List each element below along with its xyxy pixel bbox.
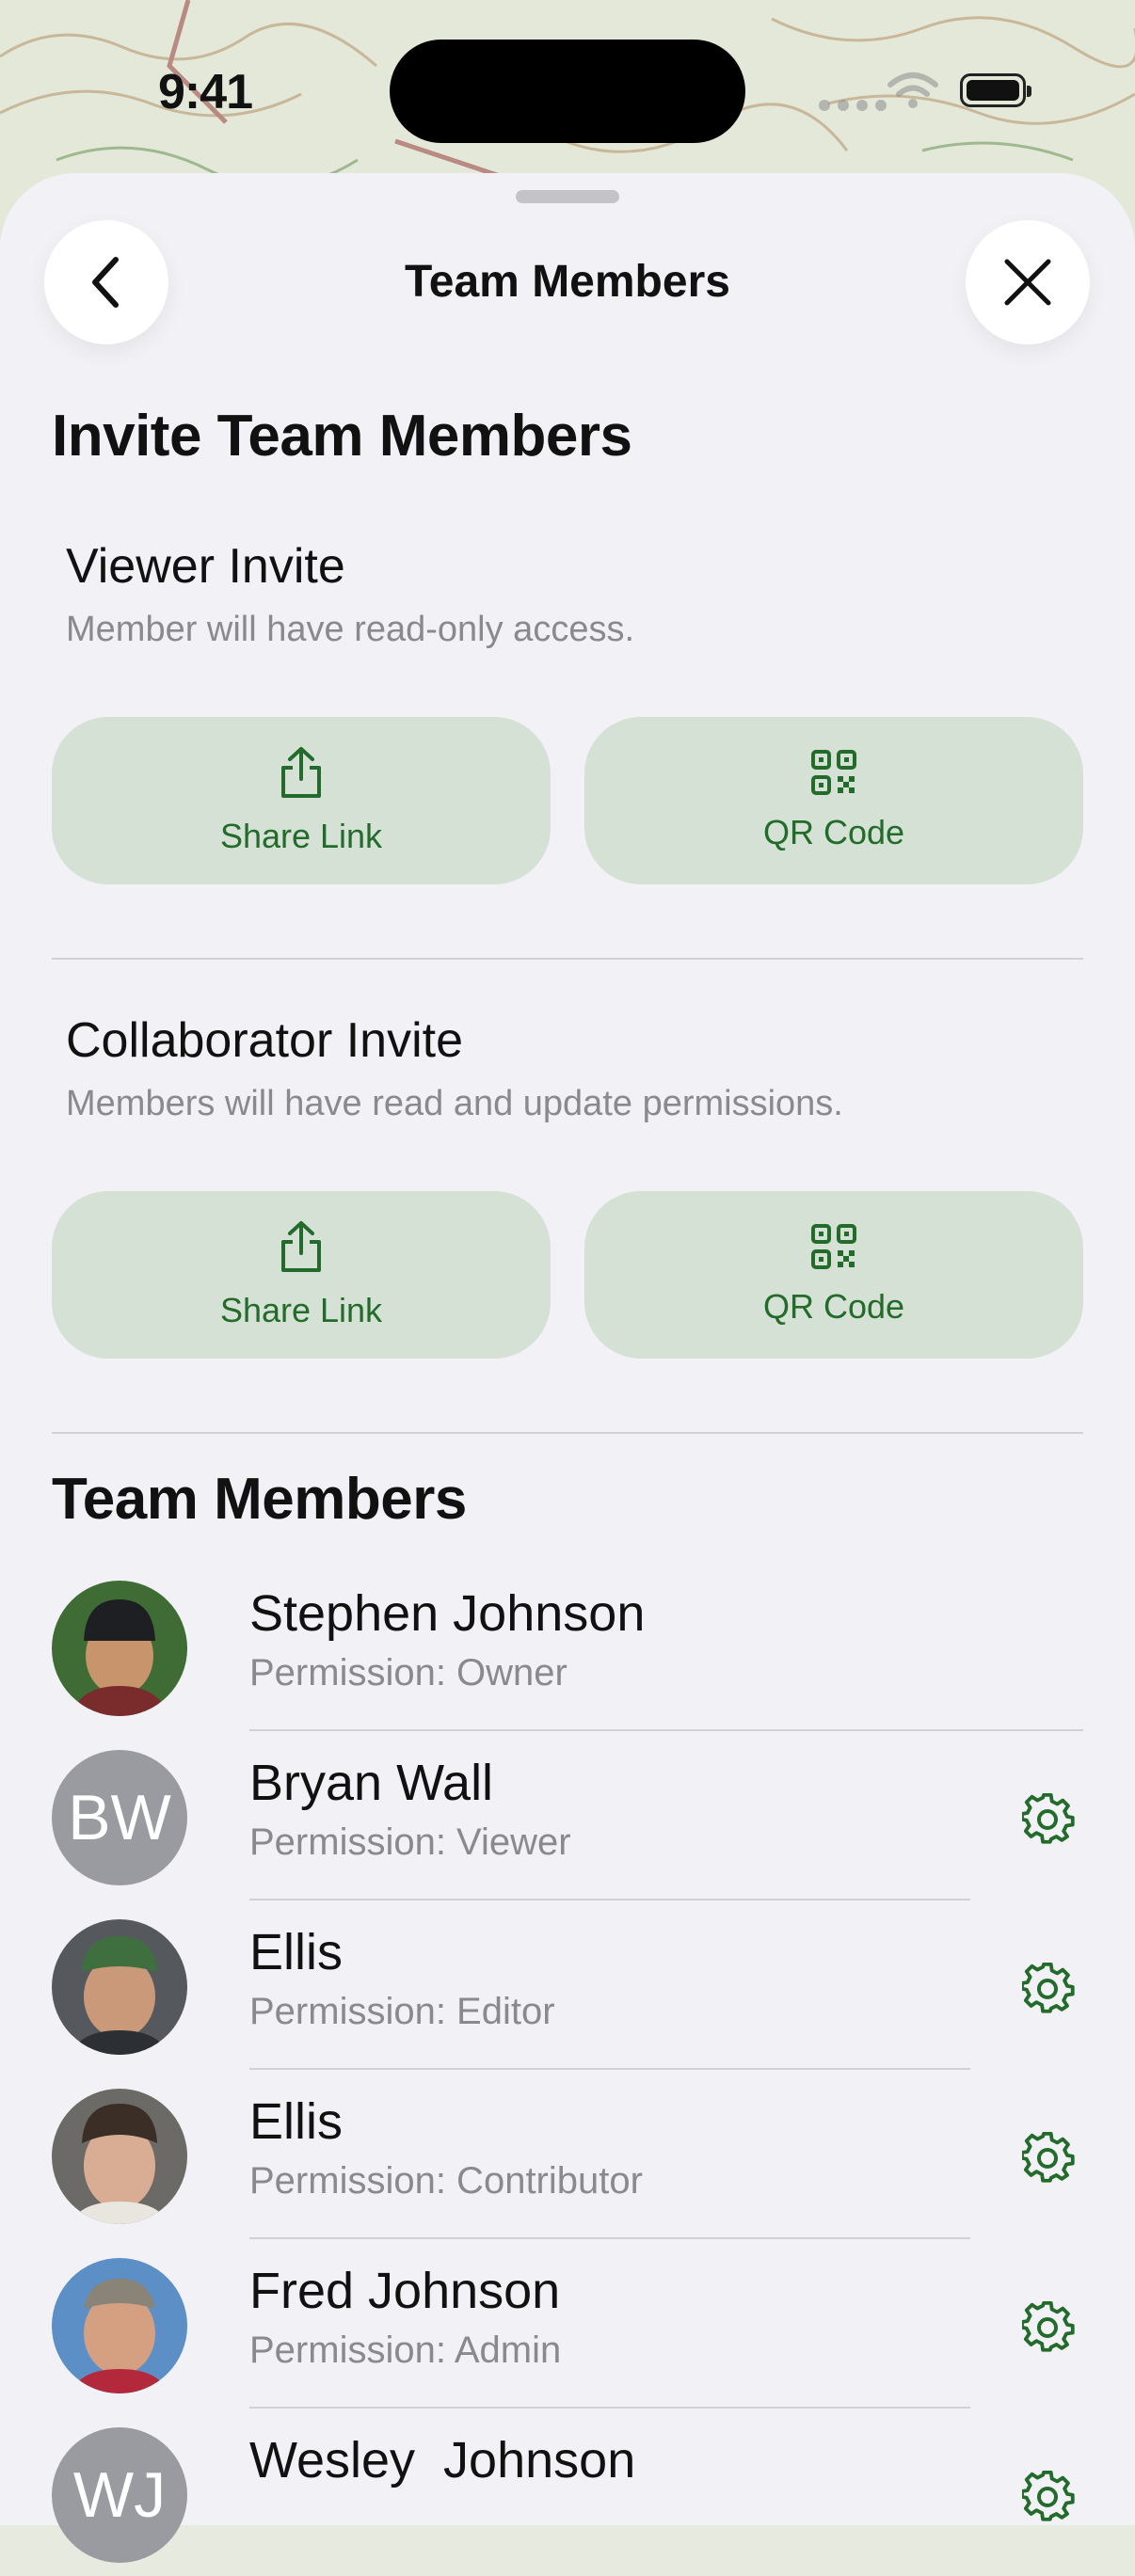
member-permission: Permission: Admin <box>249 2330 562 2371</box>
cellular-signal-icon <box>819 100 887 111</box>
section-divider <box>52 1432 1083 1434</box>
member-photo <box>52 1581 187 1716</box>
section-divider <box>52 958 1083 960</box>
member-row[interactable]: Stephen Johnson Permission: Owner <box>0 1560 1135 1731</box>
close-button[interactable] <box>966 220 1090 344</box>
share-icon <box>281 747 321 798</box>
qr-code-label: QR Code <box>762 813 905 851</box>
collaborator-share-link-button[interactable]: Share Link <box>52 1191 551 1359</box>
dynamic-island <box>390 40 745 143</box>
member-permission: Permission: Viewer <box>249 1821 571 1863</box>
viewer-qr-code-button[interactable]: QR Code <box>584 717 1083 884</box>
member-row[interactable]: BW Bryan Wall Permission: Viewer <box>0 1729 1135 1900</box>
sheet-grabber[interactable] <box>516 190 619 203</box>
member-name: Wesley Johnson <box>249 2432 636 2489</box>
invite-section-heading: Invite Team Members <box>52 404 632 469</box>
battery-icon <box>960 73 1031 107</box>
gear-icon[interactable] <box>1022 2471 1075 2523</box>
member-row[interactable]: WJ Wesley Johnson <box>0 2407 1135 2576</box>
member-permission: Permission: Contributor <box>249 2160 643 2202</box>
qr-code-label: QR Code <box>762 1287 905 1326</box>
member-row[interactable]: Fred Johnson Permission: Admin <box>0 2237 1135 2409</box>
viewer-share-link-button[interactable]: Share Link <box>52 717 551 884</box>
member-photo <box>52 1919 187 2055</box>
avatar <box>52 2258 187 2393</box>
member-photo <box>52 2089 187 2224</box>
viewer-invite-subtitle: Member will have read-only access. <box>66 610 635 649</box>
share-link-label: Share Link <box>219 1291 383 1329</box>
collaborator-qr-code-button[interactable]: QR Code <box>584 1191 1083 1359</box>
member-permission: Permission: Editor <box>249 1991 555 2032</box>
member-name: Fred Johnson <box>249 2263 561 2319</box>
viewer-invite-title: Viewer Invite <box>66 539 345 594</box>
member-permission: Permission: Owner <box>249 1652 568 1693</box>
gear-icon[interactable] <box>1022 2132 1075 2185</box>
gear-icon[interactable] <box>1022 1793 1075 1846</box>
member-name: Ellis <box>249 1924 344 1980</box>
avatar <box>52 2089 187 2224</box>
share-link-label: Share Link <box>219 817 383 855</box>
status-time: 9:41 <box>158 65 253 119</box>
qr-code-icon <box>811 750 856 795</box>
collaborator-invite-subtitle: Members will have read and update permis… <box>66 1084 843 1123</box>
qr-code-icon <box>811 1224 856 1269</box>
member-photo <box>52 2258 187 2393</box>
share-icon <box>281 1221 321 1272</box>
member-name: Stephen Johnson <box>249 1585 646 1642</box>
wifi-icon <box>887 72 938 108</box>
avatar <box>52 1581 187 1716</box>
avatar: BW <box>52 1750 187 1885</box>
avatar <box>52 1919 187 2055</box>
member-name: Bryan Wall <box>249 1755 494 1811</box>
member-row[interactable]: Ellis Permission: Contributor <box>0 2068 1135 2239</box>
avatar: WJ <box>52 2427 187 2563</box>
team-members-sheet: Team Members Invite Team Members Viewer … <box>0 173 1135 2563</box>
status-icons <box>809 66 1035 122</box>
member-name: Ellis <box>249 2093 344 2150</box>
gear-icon[interactable] <box>1022 2301 1075 2354</box>
member-row[interactable]: Ellis Permission: Editor <box>0 1899 1135 2070</box>
collaborator-invite-title: Collaborator Invite <box>66 1013 463 1068</box>
members-section-heading: Team Members <box>52 1467 467 1532</box>
close-icon <box>1004 259 1051 306</box>
gear-icon[interactable] <box>1022 1963 1075 2015</box>
